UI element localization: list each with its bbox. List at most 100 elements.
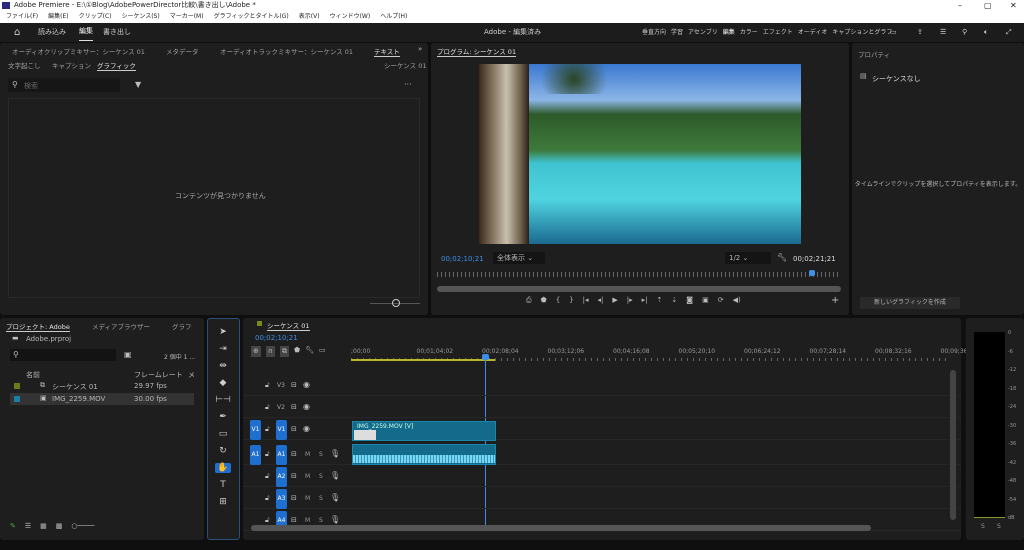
linked-selection-icon[interactable]: ⧉ <box>280 346 289 357</box>
microphone-icon[interactable]: 🎙︎ <box>330 516 340 524</box>
selection-tool-icon[interactable]: ➤ <box>215 327 231 337</box>
column-framerate[interactable]: フレームレート <box>134 370 183 380</box>
ws-vertical[interactable]: 垂直方向 <box>642 23 666 42</box>
sync-lock-icon[interactable]: ⊟ <box>291 473 297 480</box>
playhead-handle[interactable] <box>482 354 489 360</box>
filter-icon[interactable]: ▼ <box>135 81 141 89</box>
tab-audio-clip-mixer[interactable]: オーディオクリップミキサー：シーケンス 01 <box>12 46 145 56</box>
zoom-slider[interactable]: ○──── <box>71 522 94 530</box>
share-icon[interactable]: ⇪ <box>917 23 923 42</box>
track-target-a1[interactable]: A1 <box>276 445 287 465</box>
microphone-icon[interactable]: 🎙︎ <box>330 450 340 458</box>
sync-lock-icon[interactable]: ⊟ <box>291 382 297 389</box>
timeline-current-time[interactable]: 00;02;10;21 <box>255 334 298 342</box>
lock-icon[interactable]: 🔓︎ <box>265 426 270 433</box>
slip-tool-icon[interactable]: ⊢⊣ <box>215 395 231 405</box>
tab-graphics[interactable]: グラフ <box>172 321 192 331</box>
zoom-select[interactable]: 全体表示 ⌄ <box>493 252 545 264</box>
step-forward-icon[interactable]: |▸ <box>627 296 633 305</box>
ws-edit[interactable]: 編集 <box>723 23 735 42</box>
solo-left-button[interactable]: S <box>981 523 985 530</box>
ws-color[interactable]: カラー <box>740 23 758 42</box>
tab-project[interactable]: プロジェクト: Adobe <box>6 321 70 332</box>
menu-help[interactable]: ヘルプ(H) <box>380 11 407 23</box>
subtab-graphics[interactable]: グラフィック <box>97 60 136 71</box>
go-to-out-icon[interactable]: ▸| <box>642 296 648 305</box>
minimize-button[interactable]: – <box>958 0 962 11</box>
marker-icon[interactable]: ⬟ <box>541 296 547 305</box>
freeform-view-icon[interactable]: ▩ <box>56 522 63 530</box>
eye-icon[interactable]: ◉ <box>303 425 310 433</box>
more-options-icon[interactable]: ··· <box>404 81 412 89</box>
project-item[interactable]: ⧉ シーケンス 01 29.97 fps <box>10 380 194 392</box>
icon-view-icon[interactable]: ▦ <box>40 522 47 530</box>
pencil-icon[interactable]: ✎ <box>10 522 16 530</box>
tab-metadata[interactable]: メタデータ <box>166 46 199 56</box>
mute-button[interactable]: M <box>305 451 310 458</box>
sync-lock-icon[interactable]: ⊟ <box>291 451 297 458</box>
razor-tool-icon[interactable]: ◆ <box>215 378 231 388</box>
home-icon[interactable]: ⌂ <box>14 23 20 42</box>
program-current-time[interactable]: 00;02;10;21 <box>441 255 484 263</box>
list-icon[interactable]: ☰ <box>940 23 946 42</box>
column-media[interactable]: メ <box>188 370 195 380</box>
audio-clip[interactable] <box>352 444 496 465</box>
slider-handle[interactable] <box>392 299 400 307</box>
extract-icon[interactable]: ⇣ <box>671 296 677 305</box>
microphone-icon[interactable]: 🎙︎ <box>330 494 340 502</box>
project-item[interactable]: ▣ IMG_2259.MOV 30.00 fps <box>10 393 194 405</box>
camera-icon[interactable]: ◙ <box>686 296 693 305</box>
lock-icon[interactable]: 🔓︎ <box>265 495 270 502</box>
subtab-transcript[interactable]: 文字起こし <box>8 60 41 70</box>
maximize-button[interactable]: ▢ <box>984 0 992 11</box>
mark-in-icon[interactable]: { <box>556 296 560 305</box>
hand-tool-icon[interactable]: ✋ <box>215 463 231 473</box>
step-back-icon[interactable]: ◂| <box>598 296 604 305</box>
eye-icon[interactable]: ◉ <box>303 381 310 389</box>
loop-icon[interactable]: ⟳ <box>718 296 724 305</box>
ws-learn[interactable]: 学習 <box>671 23 683 42</box>
tab-media-browser[interactable]: メディアブラウザー <box>92 321 150 331</box>
tab-audio-track-mixer[interactable]: オーディオトラックミキサー：シーケンス 01 <box>220 46 353 56</box>
generative-tool-icon[interactable]: ⊞ <box>215 497 231 507</box>
subtab-captions[interactable]: キャプション <box>52 60 91 70</box>
solo-button[interactable]: S <box>319 473 323 480</box>
volume-icon[interactable]: 🔈︎ <box>984 23 988 42</box>
work-area-bar[interactable] <box>351 359 495 361</box>
ripple-edit-tool-icon[interactable]: ⇹ <box>215 361 231 371</box>
captions-icon[interactable]: ▭ <box>319 346 326 357</box>
project-search-input[interactable]: ⚲ <box>10 349 116 361</box>
lock-icon[interactable]: 🔓︎ <box>265 473 270 480</box>
rectangle-tool-icon[interactable]: ▭ <box>215 429 231 439</box>
sync-lock-icon[interactable]: ⊟ <box>291 426 297 433</box>
list-view-icon[interactable]: ☰ <box>25 522 31 530</box>
workspace-panel-icon[interactable]: ▭ <box>890 23 897 42</box>
lock-icon[interactable]: 🔓︎ <box>265 382 270 389</box>
microphone-icon[interactable]: 🎙︎ <box>330 472 340 480</box>
pen-tool-icon[interactable]: ✒ <box>215 412 231 422</box>
new-graphic-button[interactable]: 新しいグラフィックを作成 <box>860 297 960 309</box>
timeline-title[interactable]: シーケンス 01 <box>267 320 310 331</box>
track-target-a2[interactable]: A2 <box>276 467 287 487</box>
lift-icon[interactable]: ⇡ <box>657 296 663 305</box>
tab-text[interactable]: テキスト <box>374 46 400 57</box>
audio-icon[interactable]: ◀) <box>733 296 741 305</box>
resolution-select[interactable]: 1/2 ⌄ <box>725 252 771 264</box>
mode-import[interactable]: 読み込み <box>38 23 66 42</box>
export-frame-icon[interactable]: ⎙ <box>526 296 532 305</box>
track-label[interactable]: V3 <box>277 382 285 389</box>
mode-edit[interactable]: 編集 <box>79 23 93 41</box>
search-icon[interactable]: ⚲ <box>962 23 967 42</box>
lock-icon[interactable]: 🔓︎ <box>265 517 270 524</box>
menu-view[interactable]: 表示(V) <box>299 11 320 23</box>
vertical-scrollbar[interactable] <box>950 370 956 520</box>
add-button-icon[interactable]: + <box>831 296 839 306</box>
lock-icon[interactable]: 🔓︎ <box>265 404 270 411</box>
menu-sequence[interactable]: シーケンス(S) <box>122 11 160 23</box>
menu-window[interactable]: ウィンドウ(W) <box>330 11 371 23</box>
snap-icon[interactable]: ∩ <box>265 346 275 357</box>
ws-audio[interactable]: オーディオ <box>798 23 828 42</box>
solo-button[interactable]: S <box>319 451 323 458</box>
add-marker-icon[interactable]: ⬟ <box>294 346 300 357</box>
sync-lock-icon[interactable]: ⊟ <box>291 495 297 502</box>
